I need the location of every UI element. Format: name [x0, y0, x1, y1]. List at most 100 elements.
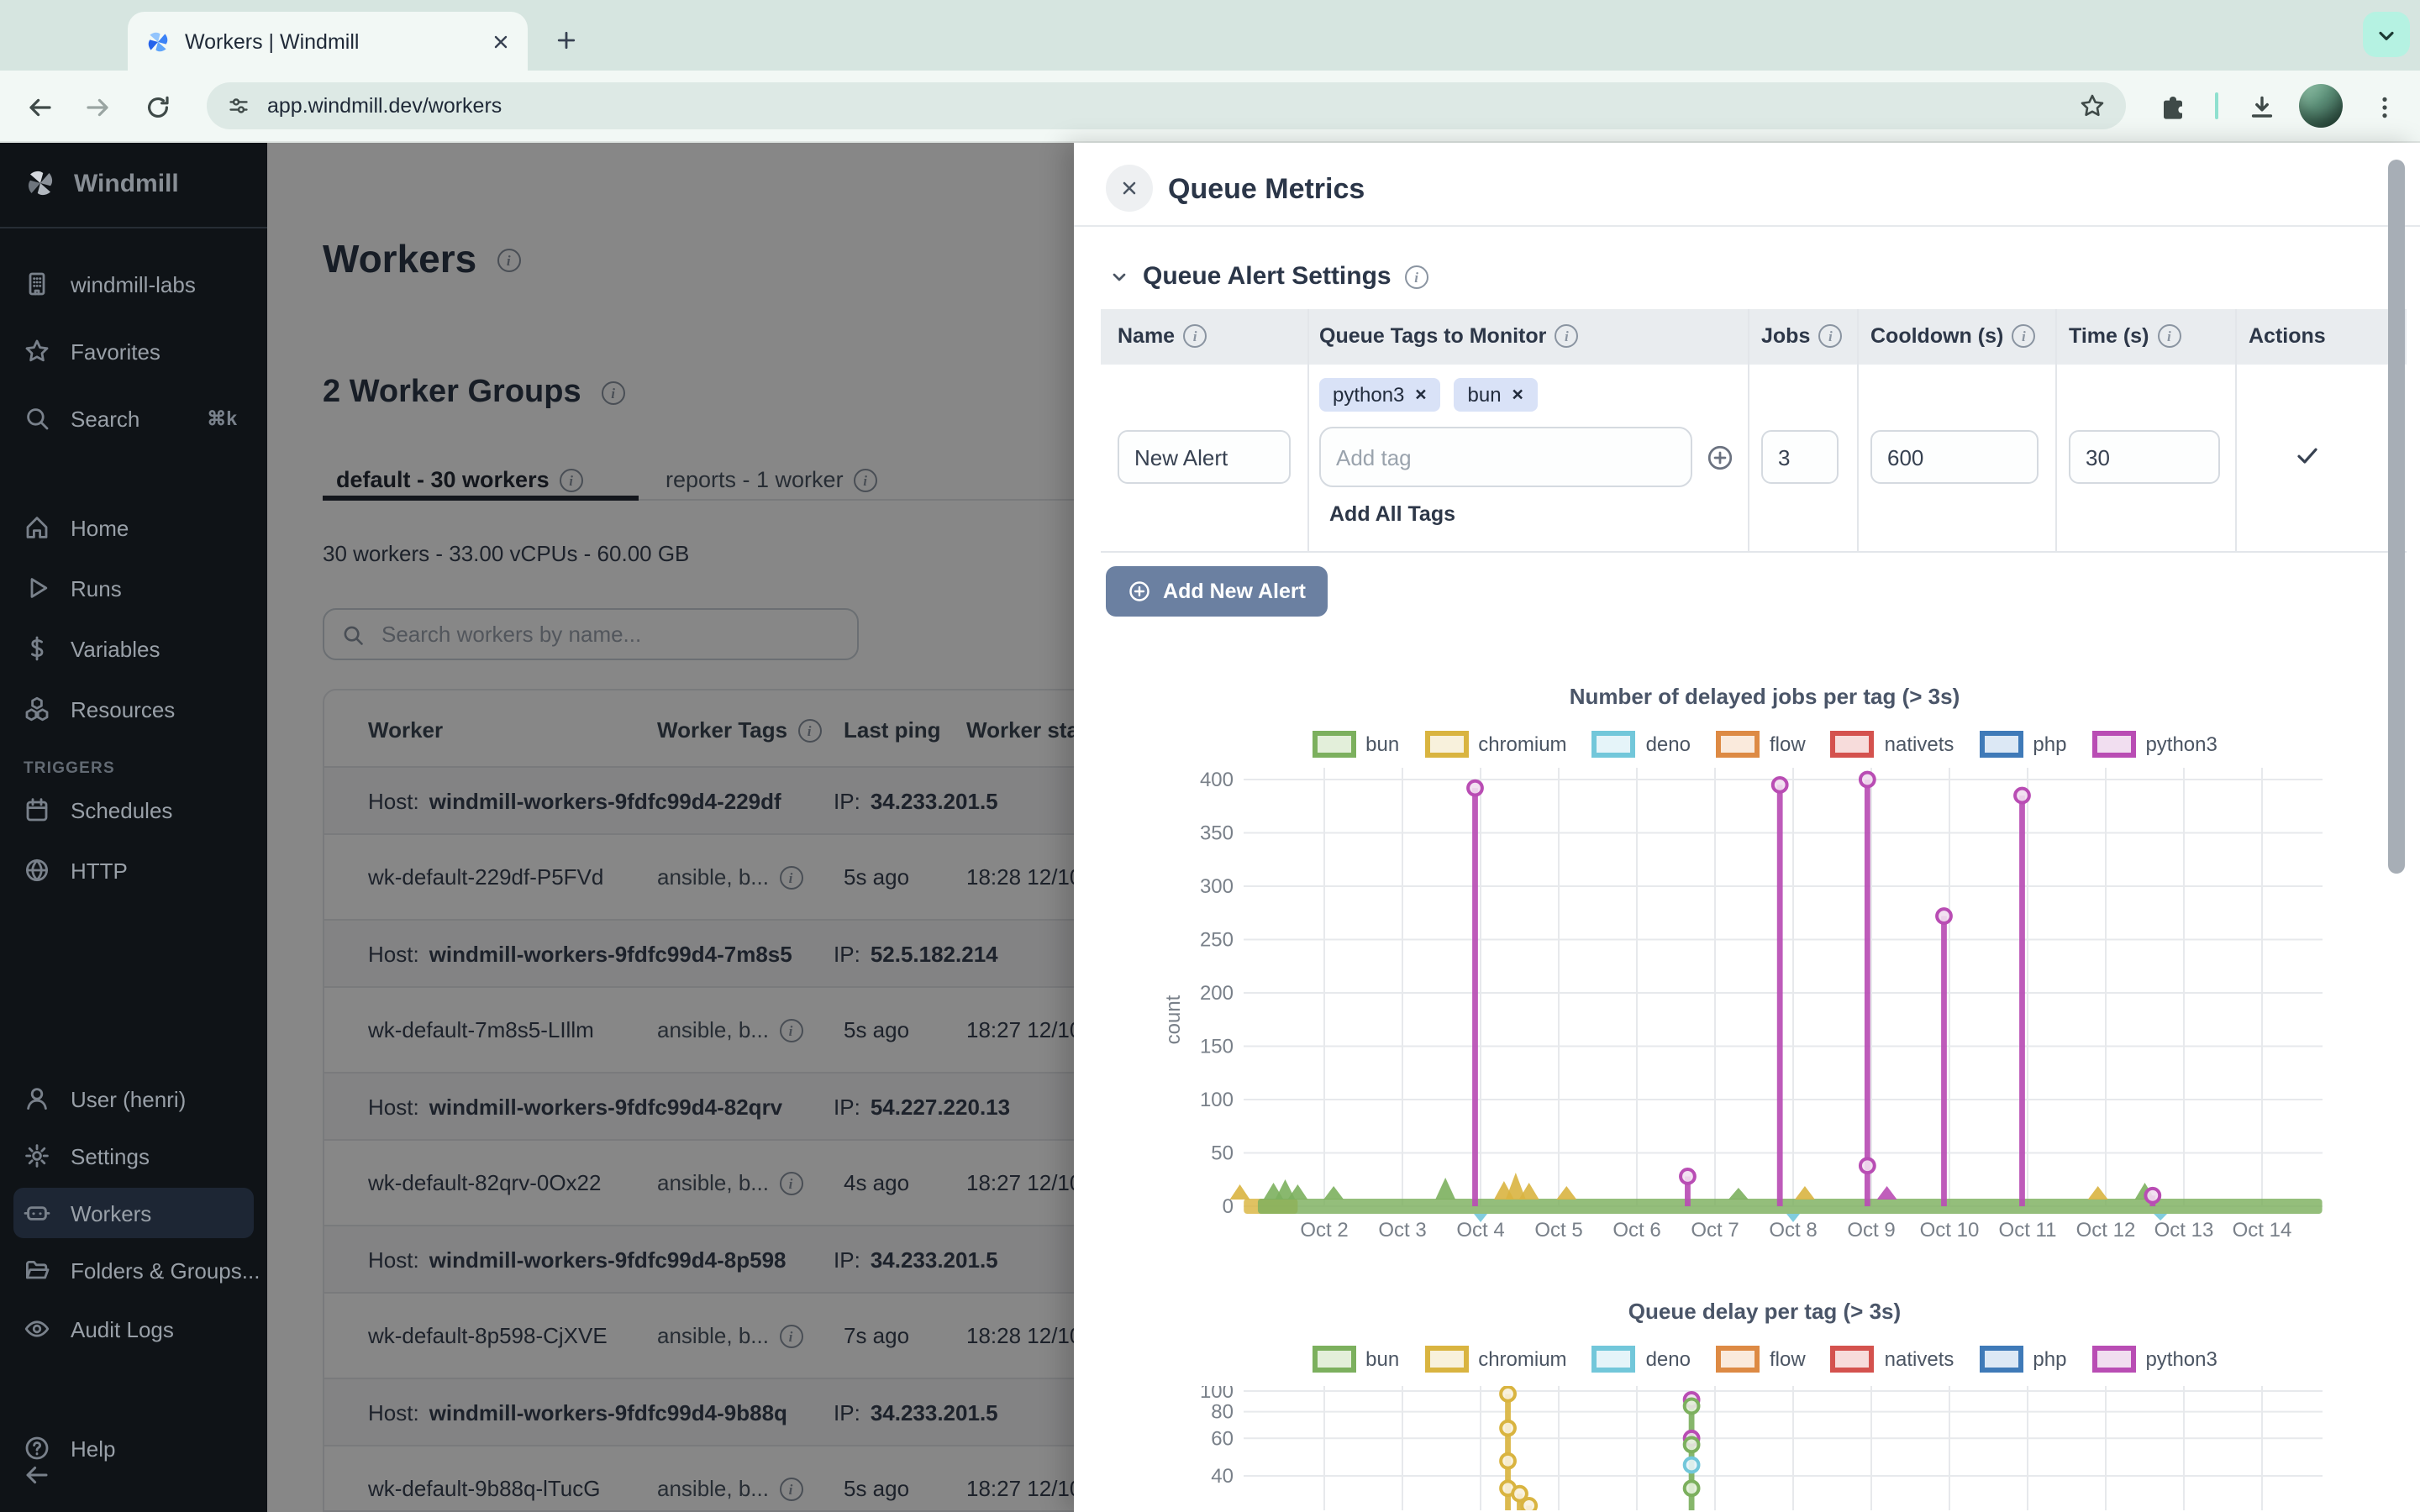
chevron-down-icon: [1109, 266, 1129, 286]
legend-deno[interactable]: deno: [1592, 731, 1691, 758]
browser-dropdown-button[interactable]: [2363, 12, 2410, 57]
add-all-tags-link[interactable]: Add All Tags: [1329, 502, 1455, 526]
legend-flow[interactable]: flow: [1716, 1346, 1806, 1373]
tab-title: Workers | Windmill: [185, 29, 491, 53]
browser-toolbar: app.windmill.dev/workers: [0, 71, 2420, 143]
sidebar-item-settings[interactable]: Settings: [0, 1134, 267, 1178]
drawer-backdrop[interactable]: [267, 143, 1074, 1512]
sidebar-item-favorites[interactable]: Favorites: [0, 329, 267, 373]
queue-delay-chart-title: Queue delay per tag (> 3s): [1160, 1299, 2370, 1324]
svg-text:50: 50: [1211, 1142, 1234, 1165]
downloads-icon[interactable]: [2240, 86, 2284, 129]
browser-tab-strip: Workers | Windmill: [0, 0, 2420, 71]
search-shortcut: ⌘k: [207, 407, 237, 430]
url-bar[interactable]: app.windmill.dev/workers: [207, 82, 2126, 129]
col-jobs: Jobsi: [1761, 324, 1842, 348]
add-tag-button[interactable]: [1706, 444, 1734, 472]
sidebar-item-resources[interactable]: Resources: [0, 687, 267, 731]
legend-bun[interactable]: bun: [1312, 1346, 1399, 1373]
sidebar-item-home[interactable]: Home: [0, 506, 267, 549]
alert-name-input[interactable]: [1118, 430, 1291, 484]
name-info-icon[interactable]: i: [1183, 324, 1207, 348]
site-settings-icon[interactable]: [227, 94, 250, 118]
resources-icon: [24, 696, 50, 722]
windmill-logo[interactable]: Windmill: [24, 166, 179, 200]
svg-text:Oct 14: Oct 14: [2233, 1219, 2292, 1242]
svg-text:Oct 2: Oct 2: [1300, 1219, 1348, 1242]
nativets-swatch: [1831, 1346, 1875, 1373]
bookmark-star-icon[interactable]: [2079, 92, 2106, 119]
avatar[interactable]: [2299, 84, 2343, 128]
jobs-info-icon[interactable]: i: [1818, 324, 1842, 348]
browser-menu-icon[interactable]: [2363, 86, 2407, 129]
svg-text:100: 100: [1200, 1089, 1234, 1111]
cooldown-info-icon[interactable]: i: [2012, 324, 2035, 348]
forward-button[interactable]: [76, 86, 119, 129]
legend-php[interactable]: php: [1979, 731, 2066, 758]
sidebar-item-workspace[interactable]: windmill-labs: [0, 262, 267, 306]
jobs-input[interactable]: [1761, 430, 1839, 484]
legend-chromium[interactable]: chromium: [1424, 731, 1566, 758]
legend-python3[interactable]: python3: [2091, 1346, 2217, 1373]
runs-icon: [24, 575, 50, 601]
extensions-icon[interactable]: [2151, 86, 2195, 129]
collapse-sidebar-icon[interactable]: [24, 1462, 50, 1488]
section-info-icon[interactable]: i: [1405, 265, 1428, 288]
sidebar-item-variables[interactable]: Variables: [0, 627, 267, 670]
sidebar-item-http[interactable]: HTTP: [0, 848, 267, 892]
queue-delay-legend: bun chromium deno flow nativets php python3: [1160, 1346, 2370, 1373]
sidebar-item-search[interactable]: Search⌘k: [0, 396, 267, 440]
sidebar-divider: [0, 227, 267, 228]
plus-circle-icon: [1128, 580, 1151, 603]
sidebar-item-folders[interactable]: Folders & Groups...: [0, 1248, 267, 1292]
time-info-icon[interactable]: i: [2157, 324, 2181, 348]
legend-deno[interactable]: deno: [1592, 1346, 1691, 1373]
queue-tags-info-icon[interactable]: i: [1555, 324, 1578, 348]
time-input[interactable]: [2069, 430, 2220, 484]
remove-tag-icon[interactable]: ✕: [1512, 386, 1524, 404]
sidebar-item-runs[interactable]: Runs: [0, 566, 267, 610]
queue-tag-chip-bun[interactable]: bun✕: [1455, 378, 1538, 412]
svg-text:350: 350: [1200, 822, 1234, 845]
search-icon: [24, 405, 50, 432]
back-button[interactable]: [18, 86, 62, 129]
browser-tab[interactable]: Workers | Windmill: [128, 12, 528, 71]
drawer-close-button[interactable]: [1106, 165, 1153, 212]
sidebar-item-workers[interactable]: Workers: [0, 1191, 267, 1235]
legend-flow[interactable]: flow: [1716, 731, 1806, 758]
legend-chromium[interactable]: chromium: [1424, 1346, 1566, 1373]
url-text[interactable]: app.windmill.dev/workers: [267, 94, 2079, 118]
triggers-section-label: TRIGGERS: [24, 759, 115, 778]
queue-tag-chip-python3[interactable]: python3✕: [1319, 378, 1441, 412]
cooldown-input[interactable]: [1870, 430, 2039, 484]
svg-text:Oct 10: Oct 10: [1920, 1219, 1980, 1242]
legend-php[interactable]: php: [1979, 1346, 2066, 1373]
reload-button[interactable]: [136, 86, 180, 129]
queue-alert-settings-toggle[interactable]: Queue Alert Settings i: [1109, 262, 1428, 291]
settings-icon: [24, 1142, 50, 1169]
confirm-alert-icon[interactable]: [2294, 442, 2321, 469]
add-new-alert-button[interactable]: Add New Alert: [1106, 566, 1328, 617]
tab-close-icon[interactable]: [491, 31, 511, 51]
svg-text:Oct 9: Oct 9: [1847, 1219, 1895, 1242]
panel-scrollbar[interactable]: [2388, 160, 2405, 874]
legend-python3[interactable]: python3: [2091, 731, 2217, 758]
remove-tag-icon[interactable]: ✕: [1414, 386, 1427, 404]
flow-swatch: [1716, 731, 1760, 758]
audit-icon: [24, 1315, 50, 1342]
legend-bun[interactable]: bun: [1312, 731, 1399, 758]
svg-text:300: 300: [1200, 875, 1234, 898]
col-queue-tags: Queue Tags to Monitori: [1319, 324, 1578, 348]
legend-nativets[interactable]: nativets: [1831, 731, 1954, 758]
legend-nativets[interactable]: nativets: [1831, 1346, 1954, 1373]
queue-delay-chart: 100806040: [1160, 1386, 2370, 1510]
python3-swatch: [2091, 1346, 2135, 1373]
sidebar-item-user[interactable]: User (henri): [0, 1077, 267, 1121]
sidebar: Windmill TRIGGERS windmill-labs Favorites…: [0, 143, 267, 1512]
folders-icon: [24, 1257, 50, 1284]
sidebar-item-schedules[interactable]: Schedules: [0, 788, 267, 832]
new-tab-button[interactable]: [544, 18, 588, 62]
add-tag-input[interactable]: [1319, 427, 1692, 487]
svg-text:Oct 5: Oct 5: [1534, 1219, 1582, 1242]
sidebar-item-audit[interactable]: Audit Logs: [0, 1307, 267, 1351]
